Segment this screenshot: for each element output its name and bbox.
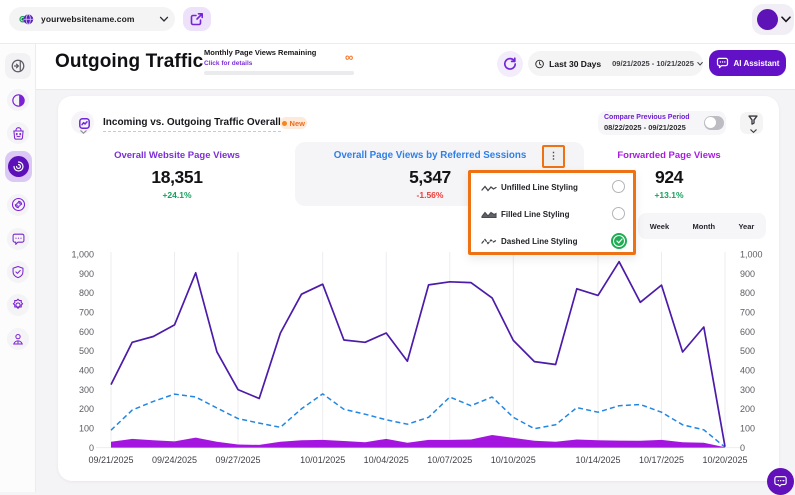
svg-text:10/10/2025: 10/10/2025 xyxy=(491,455,536,465)
svg-text:700: 700 xyxy=(740,308,755,318)
svg-text:800: 800 xyxy=(79,288,94,298)
svg-text:10/01/2025: 10/01/2025 xyxy=(300,455,345,465)
svg-text:200: 200 xyxy=(740,404,755,414)
svg-text:900: 900 xyxy=(740,269,755,279)
svg-text:900: 900 xyxy=(79,269,94,279)
svg-text:0: 0 xyxy=(740,443,745,453)
svg-text:09/24/2025: 09/24/2025 xyxy=(152,455,197,465)
svg-text:10/07/2025: 10/07/2025 xyxy=(427,455,472,465)
svg-text:200: 200 xyxy=(79,404,94,414)
svg-text:600: 600 xyxy=(79,327,94,337)
svg-text:10/14/2025: 10/14/2025 xyxy=(575,455,620,465)
svg-text:500: 500 xyxy=(740,346,755,356)
svg-text:500: 500 xyxy=(79,346,94,356)
svg-text:400: 400 xyxy=(740,366,755,376)
svg-text:10/20/2025: 10/20/2025 xyxy=(702,455,747,465)
svg-text:10/04/2025: 10/04/2025 xyxy=(364,455,409,465)
svg-text:1,000: 1,000 xyxy=(71,250,94,260)
svg-text:600: 600 xyxy=(740,327,755,337)
svg-text:100: 100 xyxy=(740,424,755,434)
svg-text:400: 400 xyxy=(79,366,94,376)
svg-text:09/21/2025: 09/21/2025 xyxy=(88,455,133,465)
svg-text:09/27/2025: 09/27/2025 xyxy=(215,455,260,465)
svg-text:0: 0 xyxy=(89,443,94,453)
svg-text:300: 300 xyxy=(740,385,755,395)
svg-text:300: 300 xyxy=(79,385,94,395)
svg-text:800: 800 xyxy=(740,288,755,298)
svg-text:10/17/2025: 10/17/2025 xyxy=(639,455,684,465)
svg-text:700: 700 xyxy=(79,308,94,318)
svg-text:1,000: 1,000 xyxy=(740,250,763,260)
svg-text:100: 100 xyxy=(79,424,94,434)
